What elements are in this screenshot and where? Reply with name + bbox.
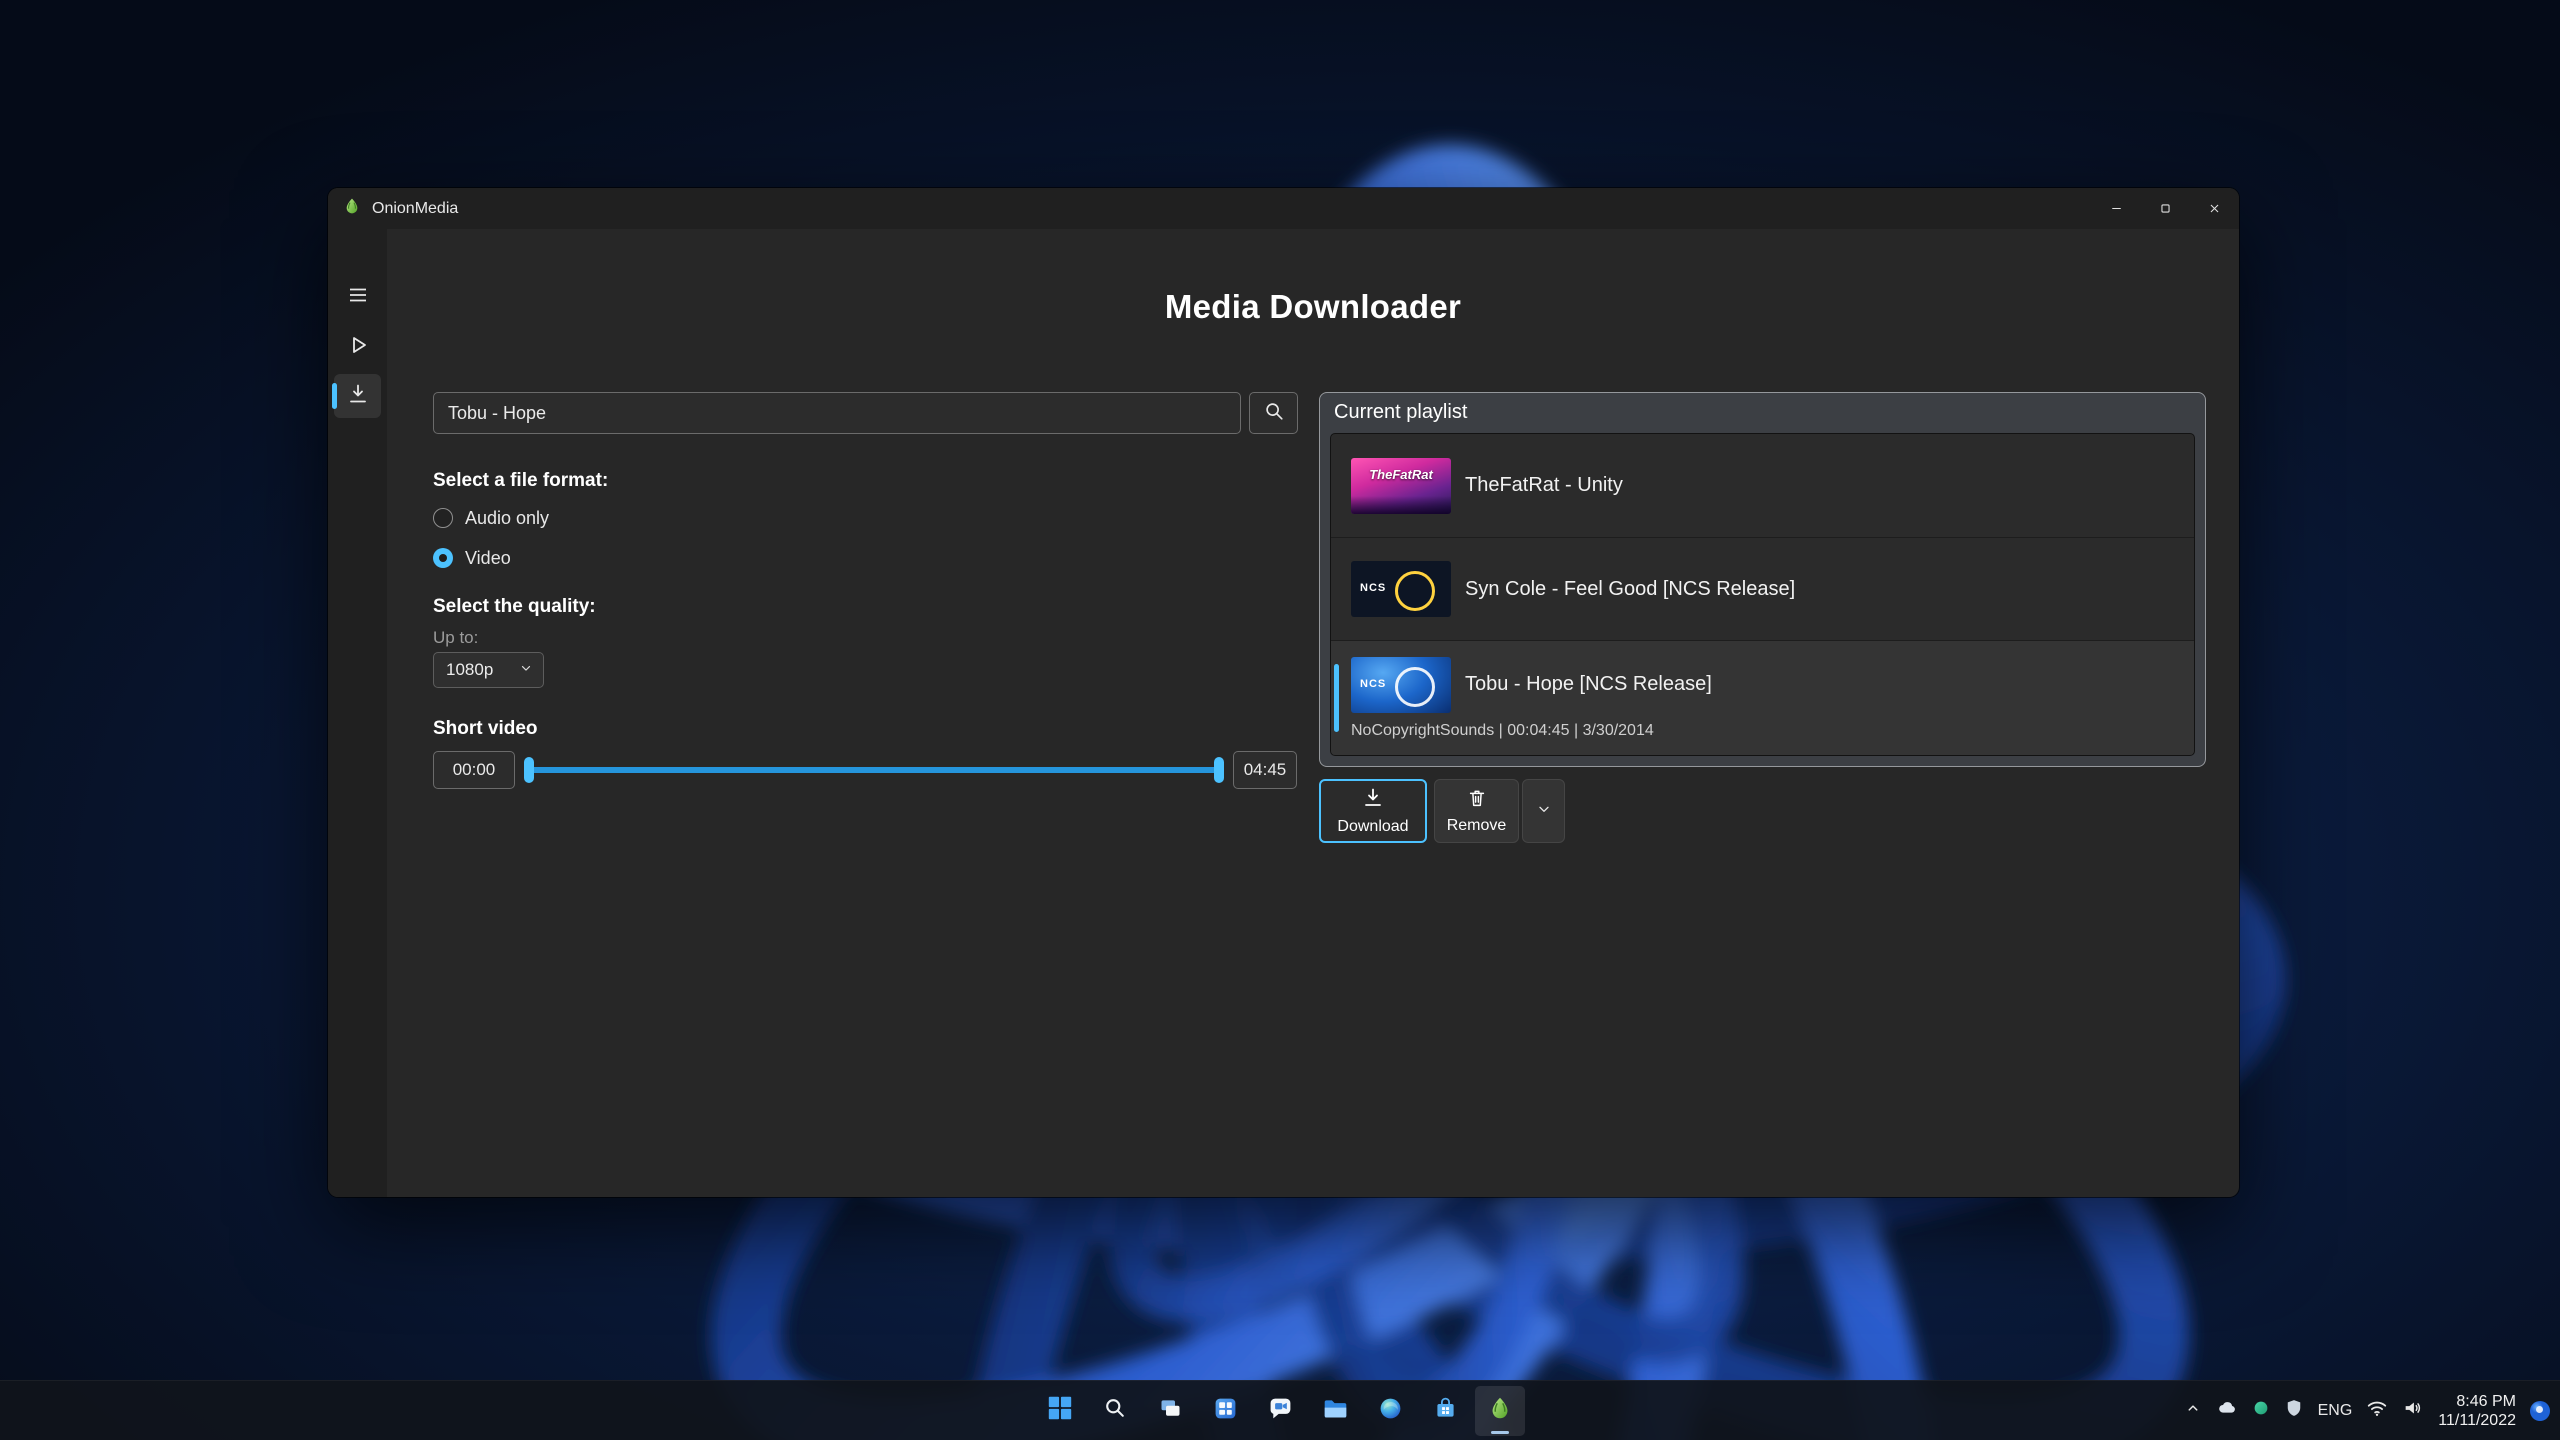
quality-hint-label: Up to: <box>433 628 478 648</box>
slider-start-thumb[interactable] <box>524 757 534 783</box>
search-icon <box>1263 400 1285 427</box>
quality-section-label: Select the quality: <box>433 596 596 618</box>
file-explorer-button[interactable] <box>1310 1386 1360 1436</box>
search-button[interactable] <box>1249 392 1298 434</box>
nav-selection-indicator <box>332 383 337 409</box>
trim-range-slider[interactable] <box>524 751 1224 789</box>
video-thumbnail: NCS <box>1351 561 1451 617</box>
selection-indicator <box>1334 664 1339 732</box>
hidden-icons-chevron[interactable] <box>2184 1399 2202 1422</box>
playlist-item-title: Syn Cole - Feel Good [NCS Release] <box>1465 578 1795 601</box>
onionmedia-app-icon <box>1486 1394 1514 1427</box>
playlist-list: TheFatRat TheFatRat - Unity NCS Syn Cole… <box>1330 433 2195 756</box>
volume-icon[interactable] <box>2402 1397 2424 1424</box>
trim-section-label: Short video <box>433 718 538 740</box>
playlist-item-title: TheFatRat - Unity <box>1465 474 1623 497</box>
page-title: Media Downloader <box>387 288 2239 326</box>
titlebar[interactable]: OnionMedia <box>328 188 2239 229</box>
chevron-down-icon <box>519 660 533 680</box>
slider-fill <box>529 767 1219 773</box>
store-icon <box>1432 1395 1459 1427</box>
tray-time: 8:46 PM <box>2438 1392 2516 1411</box>
nav-player-button[interactable] <box>334 325 381 369</box>
more-actions-button[interactable] <box>1522 779 1565 843</box>
quality-value: 1080p <box>446 660 493 680</box>
app-window: OnionMedia <box>328 188 2239 1197</box>
thumbnail-text: TheFatRat <box>1351 467 1451 482</box>
edge-button[interactable] <box>1365 1386 1415 1436</box>
remove-button-label: Remove <box>1447 817 1507 835</box>
tray-app-icon[interactable] <box>2252 1399 2270 1422</box>
nav-downloader-button[interactable] <box>334 374 381 418</box>
download-button[interactable]: Download <box>1319 779 1427 843</box>
trim-start-input[interactable]: 00:00 <box>433 751 515 789</box>
video-thumbnail: NCS <box>1351 657 1451 713</box>
radio-video[interactable]: Video <box>433 546 511 570</box>
app-icon <box>342 196 362 221</box>
close-button[interactable] <box>2190 188 2239 229</box>
security-shield-icon[interactable] <box>2284 1398 2304 1423</box>
onedrive-cloud-icon[interactable] <box>2216 1397 2238 1424</box>
minimize-button[interactable] <box>2092 188 2141 229</box>
start-button[interactable] <box>1035 1386 1085 1436</box>
download-icon <box>1361 786 1385 815</box>
radio-label: Audio only <box>465 508 549 529</box>
active-app-indicator <box>1491 1431 1509 1434</box>
desktop: OnionMedia <box>0 0 2560 1440</box>
chat-icon <box>1267 1395 1294 1427</box>
windows-logo-icon <box>1046 1394 1074 1427</box>
onionmedia-taskbar-button[interactable] <box>1475 1386 1525 1436</box>
nav-menu-button[interactable] <box>334 275 381 319</box>
search-input[interactable] <box>433 392 1241 434</box>
playlist-item[interactable]: TheFatRat TheFatRat - Unity <box>1331 434 2194 537</box>
maximize-button[interactable] <box>2141 188 2190 229</box>
format-section-label: Select a file format: <box>433 470 608 492</box>
playlist-item[interactable]: NCS Syn Cole - Feel Good [NCS Release] <box>1331 537 2194 640</box>
quality-dropdown[interactable]: 1080p <box>433 652 544 688</box>
task-view-button[interactable] <box>1145 1386 1195 1436</box>
trash-icon <box>1466 787 1488 814</box>
taskbar-search-button[interactable] <box>1090 1386 1140 1436</box>
language-indicator[interactable]: ENG <box>2318 1402 2353 1420</box>
task-view-icon <box>1157 1395 1184 1427</box>
remove-button[interactable]: Remove <box>1434 779 1519 843</box>
notification-center-button[interactable] <box>2530 1401 2550 1421</box>
trim-end-input[interactable]: 04:45 <box>1233 751 1297 789</box>
sidebar <box>328 229 387 1197</box>
hamburger-icon <box>346 283 370 312</box>
store-button[interactable] <box>1420 1386 1470 1436</box>
search-icon <box>1102 1395 1128 1426</box>
slider-end-thumb[interactable] <box>1214 757 1224 783</box>
radio-circle-icon <box>433 508 453 528</box>
widgets-icon <box>1212 1395 1239 1427</box>
radio-label: Video <box>465 548 511 569</box>
chat-button[interactable] <box>1255 1386 1305 1436</box>
network-icon[interactable] <box>2366 1397 2388 1424</box>
playlist-item-selected[interactable]: NCS Tobu - Hope [NCS Release] NoCopyrigh… <box>1331 640 2194 755</box>
edge-icon <box>1377 1395 1404 1427</box>
tray-date: 11/11/2022 <box>2438 1411 2516 1430</box>
download-icon <box>346 382 370 411</box>
play-icon <box>346 333 370 362</box>
playlist-item-title: Tobu - Hope [NCS Release] <box>1465 673 1712 696</box>
gear-icon <box>346 1196 370 1198</box>
file-explorer-icon <box>1322 1395 1349 1427</box>
widgets-button[interactable] <box>1200 1386 1250 1436</box>
chevron-down-icon <box>1536 801 1552 822</box>
radio-audio-only[interactable]: Audio only <box>433 506 549 530</box>
radio-circle-icon <box>433 548 453 568</box>
system-tray: ENG 8:46 PM 11/11/2022 <box>2184 1381 2550 1440</box>
playlist-title: Current playlist <box>1320 393 2205 424</box>
thumbnail-text: NCS <box>1360 582 1386 594</box>
taskbar-clock[interactable]: 8:46 PM 11/11/2022 <box>2438 1392 2516 1430</box>
nav-settings-button[interactable] <box>334 1188 381 1197</box>
video-thumbnail: TheFatRat <box>1351 458 1451 514</box>
app-title: OnionMedia <box>372 200 458 218</box>
thumbnail-text: NCS <box>1360 678 1386 690</box>
download-button-label: Download <box>1337 818 1408 836</box>
playlist-panel: Current playlist TheFatRat TheFatRat - U… <box>1319 392 2206 767</box>
playlist-item-subtitle: NoCopyrightSounds | 00:04:45 | 3/30/2014 <box>1351 722 1654 740</box>
taskbar: ENG 8:46 PM 11/11/2022 <box>0 1380 2560 1440</box>
taskbar-app-group <box>1035 1386 1525 1436</box>
